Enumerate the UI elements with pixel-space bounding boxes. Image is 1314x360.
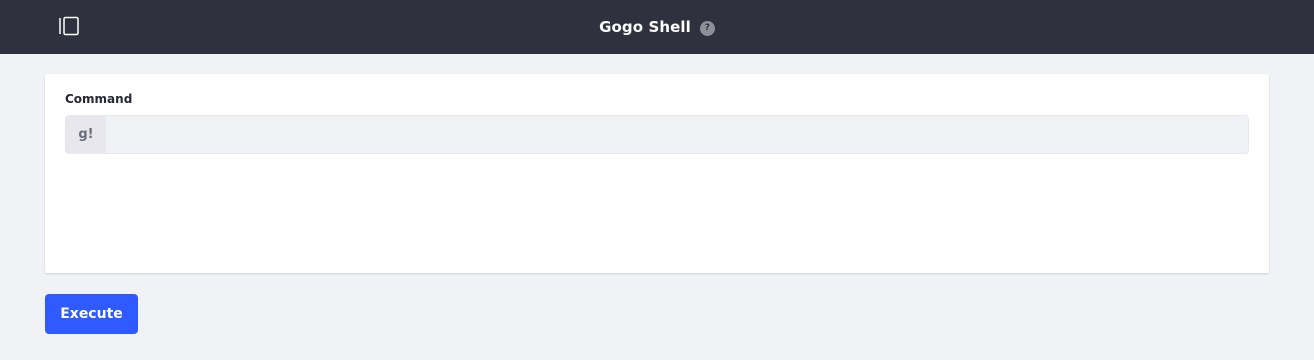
page-title: Gogo Shell xyxy=(599,18,691,36)
command-prefix: g! xyxy=(66,116,106,153)
command-card: Command g! xyxy=(45,74,1269,273)
title-container: Gogo Shell ? xyxy=(0,0,1314,54)
command-label: Command xyxy=(65,92,133,106)
question-circle-icon[interactable]: ? xyxy=(699,20,715,36)
execute-button[interactable]: Execute xyxy=(45,294,138,334)
command-input[interactable] xyxy=(106,116,1248,153)
command-input-group: g! xyxy=(65,115,1249,154)
header-bar: Gogo Shell ? xyxy=(0,0,1314,54)
